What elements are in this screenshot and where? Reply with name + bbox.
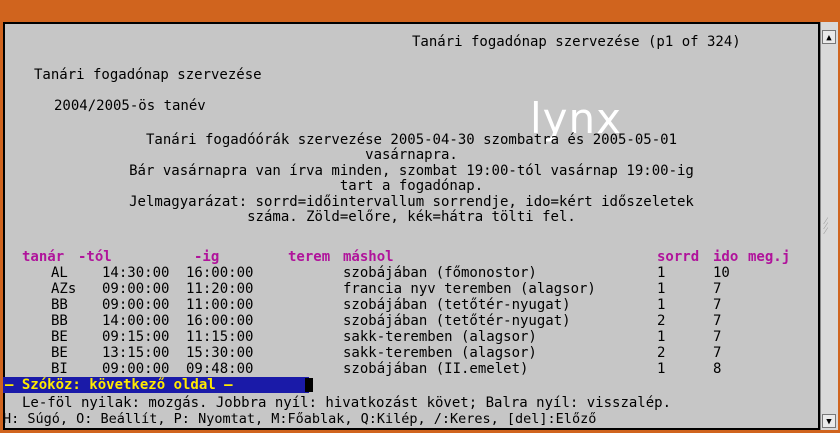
help-line-2: H: Súgó, O: Beállít, P: Nyomtat, M:Főabl…	[3, 411, 597, 427]
row-3-tol: 09:00:00	[102, 297, 170, 313]
status-prompt: — Szóköz: következő oldal —	[5, 377, 233, 393]
row-7-tol: 09:00:00	[102, 361, 170, 377]
row-1-tanar: AL	[51, 265, 68, 281]
lynx-window: Tanári fogadónap szervezése (p1 of 324) …	[0, 0, 840, 433]
row-5-tanar: BE	[51, 329, 68, 345]
row-6-ig: 15:30:00	[186, 345, 254, 361]
col-header-mashol: máshol	[343, 249, 394, 265]
row-3-mashol: szobájában (tetőtér-nyugat)	[343, 297, 571, 313]
intro-line-5: Jelmagyarázat: sorrd=időintervallum sorr…	[129, 194, 694, 210]
row-1-sorrd: 1	[657, 265, 666, 281]
col-header-tanar: tanár	[22, 249, 65, 265]
row-2-sorrd: 1	[657, 281, 666, 297]
col-header-terem: terem	[288, 249, 331, 265]
row-3-ido: 7	[713, 297, 722, 313]
col-header-ido: ido	[713, 249, 739, 265]
row-2-tol: 09:00:00	[102, 281, 170, 297]
intro-line-6: száma. Zöld=előre, kék=hátra tölti fel.	[247, 209, 576, 225]
row-6-sorrd: 2	[657, 345, 666, 361]
row-6-tanar: BE	[51, 345, 68, 361]
row-5-tol: 09:15:00	[102, 329, 170, 345]
row-2-ig: 11:20:00	[186, 281, 254, 297]
row-4-ig: 16:00:00	[186, 313, 254, 329]
row-1-tol: 14:30:00	[102, 265, 170, 281]
row-6-ido: 7	[713, 345, 722, 361]
intro-line-3: Bár vasárnapra van írva minden, szombat …	[129, 163, 694, 179]
row-5-sorrd: 1	[657, 329, 666, 345]
school-year: 2004/2005-ös tanév	[54, 98, 206, 114]
row-2-tanar: AZs	[51, 281, 77, 297]
row-3-ig: 11:00:00	[186, 297, 254, 313]
row-2-mashol: francia nyv teremben (alagsor)	[343, 281, 596, 297]
scroll-down-arrow-icon[interactable]: ▼	[822, 414, 836, 428]
vertical-scrollbar[interactable]: ▲ ⁄ ⁄ ⁄ ▼	[820, 22, 838, 430]
row-5-ig: 11:15:00	[186, 329, 254, 345]
row-6-tol: 13:15:00	[102, 345, 170, 361]
page-heading: Tanári fogadónap szervezése	[34, 67, 262, 83]
col-header-tol: -tól	[78, 249, 112, 265]
row-7-mashol: szobájában (II.emelet)	[343, 361, 529, 377]
row-7-tanar: BI	[51, 361, 68, 377]
row-4-tol: 14:00:00	[102, 313, 170, 329]
row-6-mashol: sakk-teremben (alagsor)	[343, 345, 537, 361]
window-top-border	[0, 0, 840, 22]
row-2-ido: 7	[713, 281, 722, 297]
page-title-bar: Tanári fogadónap szervezése (p1 of 324)	[412, 34, 741, 50]
row-4-ido: 7	[713, 313, 722, 329]
row-4-tanar: BB	[51, 313, 68, 329]
row-7-ig: 09:48:00	[186, 361, 254, 377]
intro-line-1: Tanári fogadóórák szervezése 2005-04-30 …	[145, 132, 677, 148]
intro-line-4: tart a fogadónap.	[339, 178, 484, 194]
row-3-sorrd: 1	[657, 297, 666, 313]
col-header-ig: -ig	[194, 249, 220, 265]
help-line-1: Le-föl nyilak: mozgás. Jobbra nyíl: hiva…	[22, 395, 672, 411]
scrollbar-grip-icon[interactable]: ⁄ ⁄ ⁄	[825, 218, 833, 237]
row-5-ido: 7	[713, 329, 722, 345]
col-header-megj: meg.j	[748, 249, 791, 265]
row-3-tanar: BB	[51, 297, 68, 313]
row-7-sorrd: 1	[657, 361, 666, 377]
scroll-up-arrow-icon[interactable]: ▲	[822, 30, 836, 44]
row-1-ido: 10	[713, 265, 730, 281]
row-1-mashol: szobájában (főmonostor)	[343, 265, 537, 281]
text-cursor	[305, 378, 313, 392]
row-4-sorrd: 2	[657, 313, 666, 329]
row-1-ig: 16:00:00	[186, 265, 254, 281]
row-7-ido: 8	[713, 361, 722, 377]
row-5-mashol: sakk-teremben (alagsor)	[343, 329, 537, 345]
intro-line-2: vasárnapra.	[365, 147, 458, 163]
row-4-mashol: szobájában (tetőtér-nyugat)	[343, 313, 571, 329]
terminal-area: Tanári fogadónap szervezése (p1 of 324) …	[3, 22, 820, 430]
col-header-sorrd: sorrd	[657, 249, 700, 265]
